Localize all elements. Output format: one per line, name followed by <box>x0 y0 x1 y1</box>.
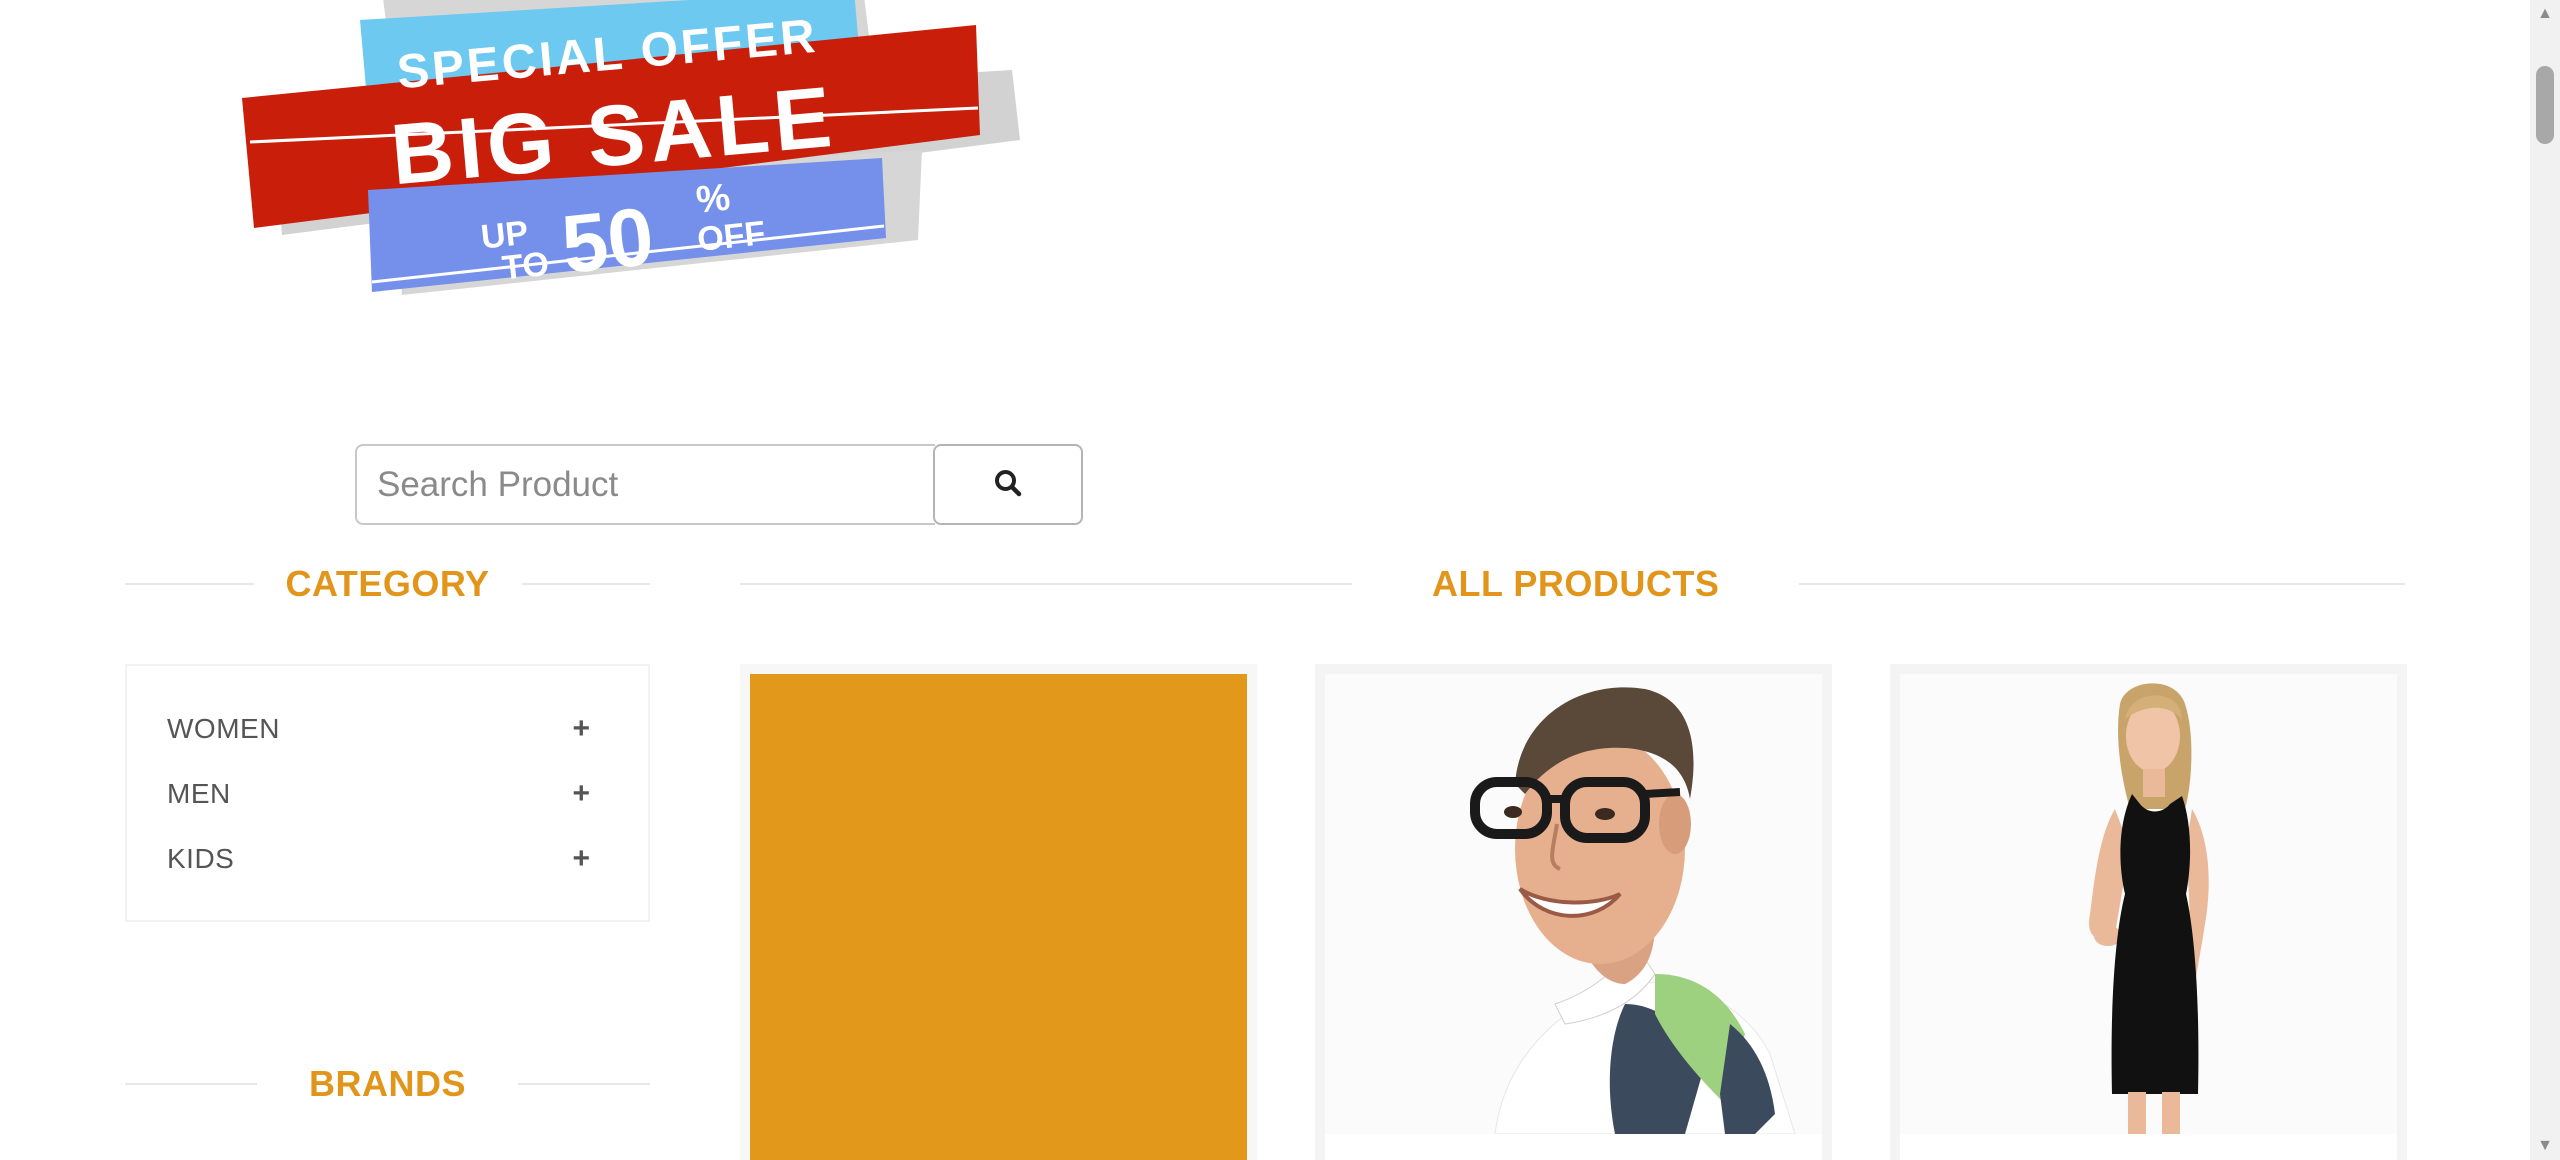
product-card[interactable] <box>740 664 1257 1160</box>
plus-icon[interactable]: + <box>572 778 590 809</box>
title-divider-left <box>740 583 1352 585</box>
scroll-up-arrow-icon[interactable]: ▲ <box>2530 2 2560 26</box>
search-icon <box>993 468 1023 501</box>
search-input[interactable] <box>355 444 935 525</box>
banner-to-text: TO <box>500 245 550 288</box>
product-card[interactable] <box>1315 664 1832 1160</box>
category-list: WOMEN + MEN + KIDS + <box>125 664 650 922</box>
product-card[interactable] <box>1890 664 2407 1160</box>
category-title: CATEGORY <box>285 563 490 604</box>
sale-banner[interactable]: SPECIAL OFFER BIG SALE UP TO 50 % OFF <box>232 0 1032 320</box>
all-products-section-title: ALL PRODUCTS <box>740 563 2405 604</box>
page: SPECIAL OFFER BIG SALE UP TO 50 % OFF Se… <box>0 0 2560 1160</box>
category-item-men[interactable]: MEN + <box>167 761 608 826</box>
product-image-man[interactable] <box>1325 674 1822 1134</box>
brands-section-title: BRANDS <box>125 1063 651 1104</box>
title-divider-left <box>125 583 254 585</box>
product-image-placeholder[interactable] <box>750 674 1247 1160</box>
category-item-label: KIDS <box>167 842 235 874</box>
title-divider-left <box>125 1083 257 1085</box>
all-products-title: ALL PRODUCTS <box>1432 563 1720 604</box>
category-item-women[interactable]: WOMEN + <box>167 696 608 761</box>
product-image-woman[interactable] <box>1900 674 2397 1134</box>
scroll-thumb[interactable] <box>2536 66 2554 144</box>
banner-percent-value: 50 <box>558 191 658 291</box>
plus-icon[interactable]: + <box>572 843 590 874</box>
category-item-label: WOMEN <box>167 712 280 744</box>
vertical-scrollbar[interactable]: ▲ ▼ <box>2530 0 2560 1160</box>
sale-banner-graphic: SPECIAL OFFER BIG SALE UP TO 50 % OFF <box>242 0 1020 295</box>
brands-title: BRANDS <box>309 1063 467 1104</box>
category-item-label: MEN <box>167 777 231 809</box>
plus-icon[interactable]: + <box>572 713 590 744</box>
scroll-down-arrow-icon[interactable]: ▼ <box>2530 1134 2560 1158</box>
banner-off-text: OFF <box>695 214 767 259</box>
search-bar <box>355 444 1085 525</box>
category-section-title: CATEGORY <box>125 563 651 604</box>
title-divider-right <box>521 583 651 585</box>
category-item-kids[interactable]: KIDS + <box>167 826 608 891</box>
title-divider-right <box>518 1083 651 1085</box>
title-divider-right <box>1799 583 2405 585</box>
search-button[interactable] <box>933 444 1083 525</box>
banner-percent-sign: % <box>694 177 732 222</box>
